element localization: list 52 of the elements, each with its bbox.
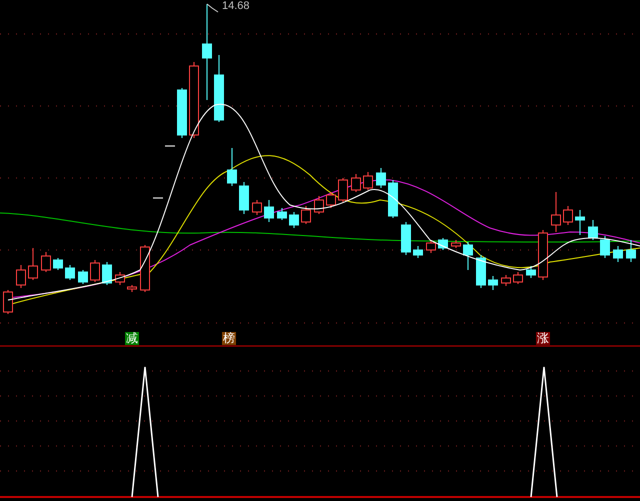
signal-marker: 榜 bbox=[222, 332, 236, 345]
candlestick bbox=[115, 272, 125, 286]
signal-marker: 涨 bbox=[536, 332, 550, 345]
candlestick bbox=[351, 174, 361, 192]
candlestick bbox=[376, 168, 386, 188]
candlestick bbox=[575, 210, 585, 236]
candlestick bbox=[626, 240, 636, 262]
candlestick bbox=[252, 200, 262, 216]
candlestick bbox=[301, 206, 311, 224]
candlestick bbox=[314, 196, 324, 214]
candlestick bbox=[289, 212, 299, 228]
candlestick bbox=[588, 220, 598, 240]
candlestick bbox=[65, 264, 75, 280]
candlestick bbox=[41, 252, 51, 272]
candlestick bbox=[488, 276, 498, 290]
candlestick bbox=[613, 246, 623, 262]
candlestick bbox=[438, 238, 448, 250]
candlestick bbox=[600, 236, 610, 258]
candlestick bbox=[16, 264, 26, 288]
high-price-label: 14.68 bbox=[222, 0, 250, 13]
candlestick bbox=[426, 240, 436, 254]
candlestick bbox=[53, 258, 63, 270]
candlestick bbox=[214, 54, 224, 122]
candlestick bbox=[177, 88, 187, 138]
candlestick bbox=[28, 248, 38, 280]
candlestick bbox=[551, 192, 561, 232]
candlestick bbox=[338, 178, 348, 202]
candlestick bbox=[102, 262, 112, 286]
candlestick bbox=[526, 266, 536, 278]
signal-marker: 减 bbox=[125, 332, 139, 345]
candlestick bbox=[78, 270, 88, 284]
candlestick bbox=[476, 254, 486, 288]
candlestick bbox=[227, 148, 237, 186]
candlestick bbox=[538, 230, 548, 280]
candlestick bbox=[239, 182, 249, 214]
candlestick bbox=[563, 206, 573, 226]
high-marker-icon bbox=[206, 4, 218, 12]
candlestick bbox=[501, 274, 511, 286]
candlestick bbox=[127, 284, 137, 292]
candlestick bbox=[513, 272, 523, 284]
candlestick bbox=[401, 222, 411, 256]
candlestick bbox=[140, 244, 150, 292]
candlestick bbox=[3, 290, 13, 314]
candlestick bbox=[363, 172, 373, 190]
candlestick bbox=[277, 208, 287, 220]
candlestick bbox=[326, 192, 336, 208]
candlestick bbox=[264, 200, 274, 222]
candlestick bbox=[90, 260, 100, 282]
candlestick bbox=[388, 180, 398, 218]
candlestick bbox=[413, 246, 423, 258]
candlestick bbox=[463, 242, 473, 270]
candlestick bbox=[451, 240, 461, 248]
